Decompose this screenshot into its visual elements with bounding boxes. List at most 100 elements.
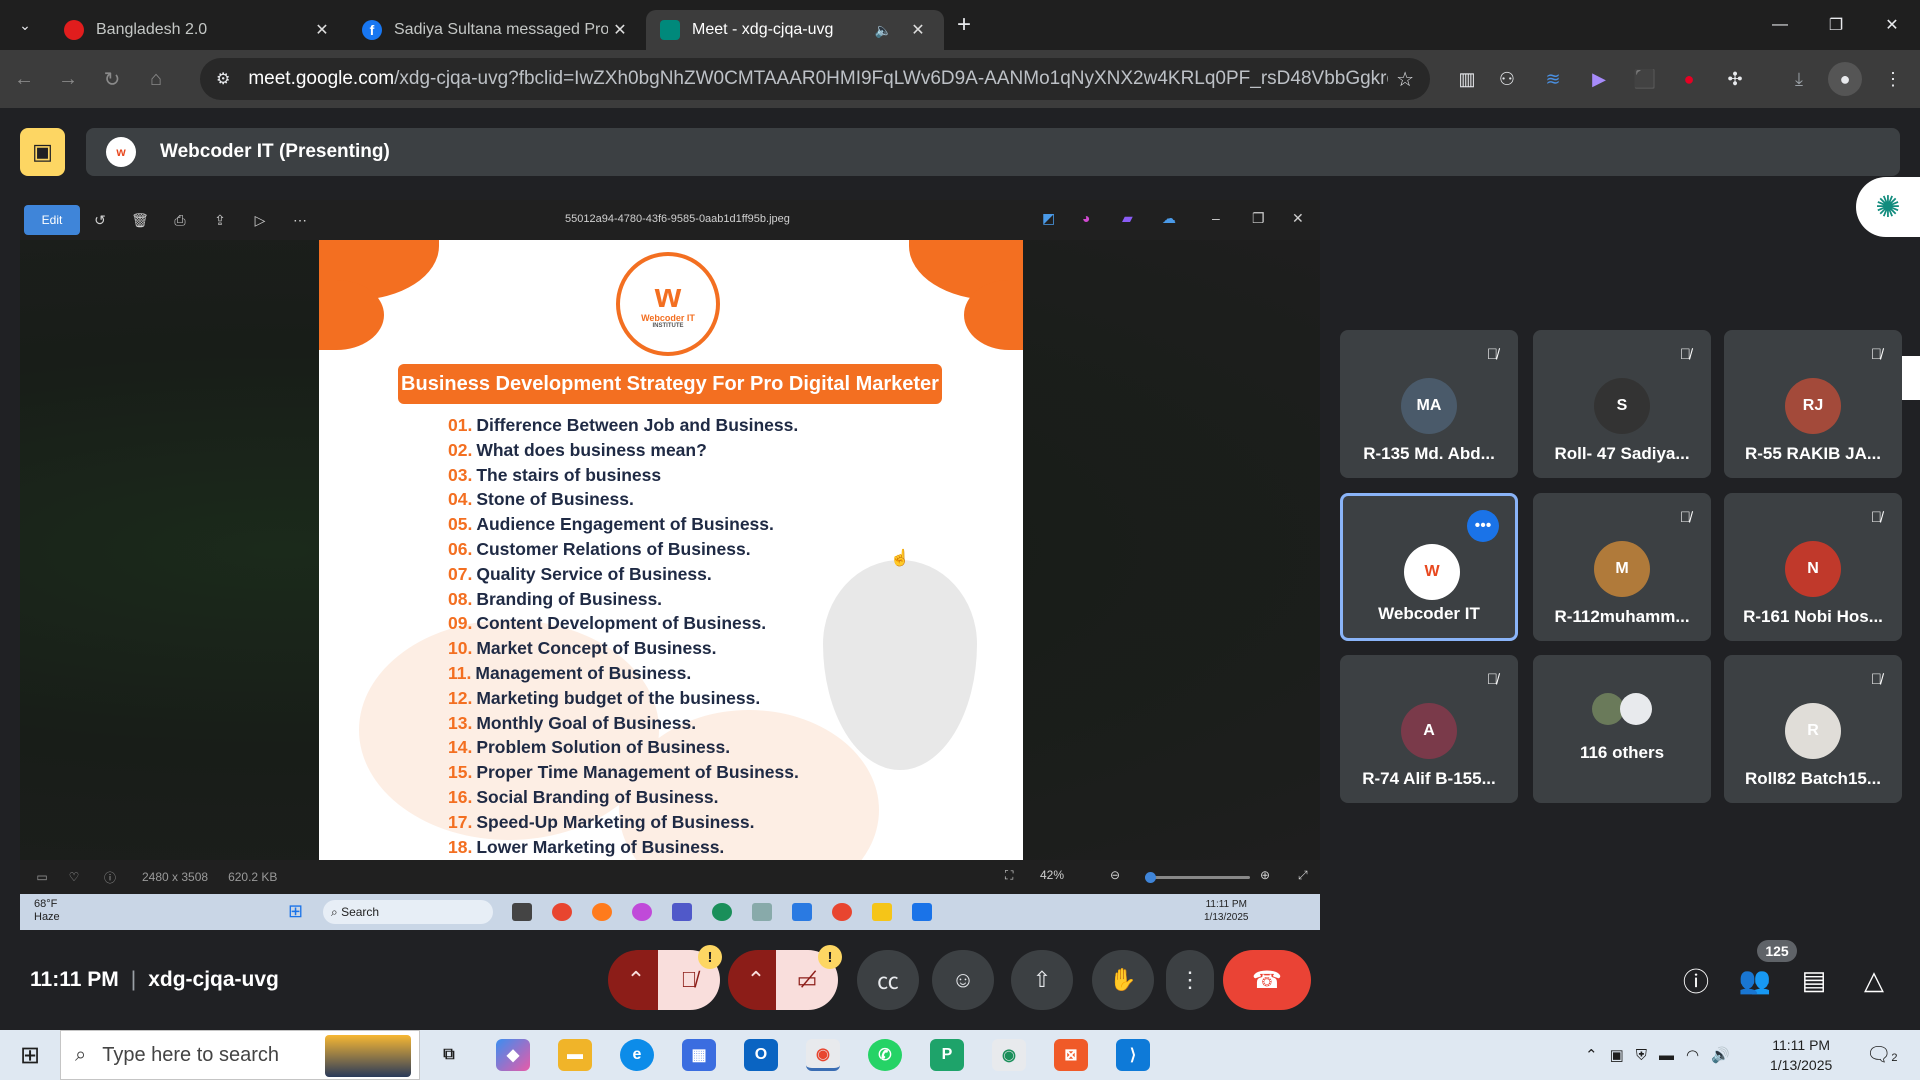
onedrive-icon[interactable]: ☁	[1162, 210, 1176, 227]
forward-icon[interactable]: →	[48, 59, 88, 99]
home-icon[interactable]: ⌂	[136, 59, 176, 99]
windows-search-box[interactable]: ⌕ Type here to search	[60, 1030, 420, 1080]
security-icon[interactable]: ⛨	[1636, 1047, 1647, 1064]
zoom-slider[interactable]	[1145, 872, 1250, 883]
activities-icon[interactable]: △	[1850, 956, 1898, 1004]
audio-options-button[interactable]: ⌃	[608, 950, 664, 1010]
favorite-icon[interactable]: ♡	[56, 870, 92, 884]
store-icon[interactable]: ▦	[682, 1039, 716, 1071]
notifications-icon[interactable]: 🗨2	[1866, 1042, 1898, 1067]
print-icon[interactable]: ⎙	[160, 212, 200, 229]
present-screen-icon[interactable]: ⇧	[1011, 950, 1073, 1010]
close-icon[interactable]: ✕	[906, 20, 930, 40]
copilot-icon[interactable]: ◆	[496, 1039, 530, 1071]
url-text: meet.google.com/xdg-cjqa-uvg?fbclid=IwZX…	[248, 68, 1388, 89]
participant-tile[interactable]: 🎙̸ RJ R-55 RAKIB JA...	[1724, 330, 1902, 478]
viewer-minimize-icon[interactable]: –	[1212, 210, 1220, 226]
meeting-details-icon[interactable]: ⓘ	[1672, 956, 1720, 1004]
tab-meet[interactable]: Meet - xdg-cjqa-uvg 🔈 ✕	[646, 10, 944, 50]
share-icon[interactable]: ⇪	[200, 212, 240, 229]
fit-screen-icon[interactable]: ⛶	[1005, 868, 1013, 883]
clipchamp-icon[interactable]: ◕	[1082, 210, 1090, 226]
meet-now-icon[interactable]: ▣	[1610, 1046, 1624, 1064]
tab-facebook[interactable]: f Sadiya Sultana messaged Pro B ✕	[348, 10, 646, 50]
video-editor-icon[interactable]: ▰	[1122, 210, 1133, 227]
edge-icon[interactable]: e	[620, 1039, 654, 1071]
reading-mode-icon[interactable]: ▥	[1450, 62, 1484, 96]
zoom-in-icon[interactable]: ⊕	[1260, 868, 1270, 882]
stop-presenting-icon[interactable]: ▣	[20, 128, 65, 176]
windows-clock[interactable]: 11:11 PM 1/13/2025	[1770, 1035, 1832, 1075]
participant-tile[interactable]: 🎙̸ M R-112muhamm...	[1533, 493, 1711, 641]
others-tile[interactable]: 116 others	[1533, 655, 1711, 803]
reload-icon[interactable]: ↻	[92, 59, 132, 99]
restore-icon[interactable]: ❐	[1808, 0, 1864, 50]
tab-search-icon[interactable]: ⌄	[0, 0, 50, 50]
viewer-close-icon[interactable]: ✕	[1292, 210, 1304, 227]
participant-tile[interactable]: 🎙̸ S Roll- 47 Sadiya...	[1533, 330, 1711, 478]
bookmark-star-icon[interactable]: ☆	[1396, 67, 1414, 92]
participant-tile[interactable]: ••• W Webcoder IT	[1340, 493, 1518, 641]
extension-icon[interactable]: ⚇	[1490, 62, 1524, 96]
translate-extension-icon[interactable]: ≋	[1536, 62, 1570, 96]
browser-menu-icon[interactable]: ⋮	[1876, 62, 1910, 96]
fullscreen-icon[interactable]: ⤢	[1298, 868, 1308, 883]
volume-icon[interactable]: 🔊	[1711, 1046, 1730, 1064]
participant-tile[interactable]: 🎙̸ A R-74 Alif B-155...	[1340, 655, 1518, 803]
filmstrip-icon[interactable]: ▭	[28, 870, 56, 884]
meeting-info: 11:11 PM | xdg-cjqa-uvg	[30, 968, 279, 991]
wifi-icon[interactable]: ◠	[1686, 1046, 1699, 1064]
profile-avatar[interactable]: ●	[1828, 62, 1862, 96]
chrome-icon[interactable]: ◉	[806, 1039, 840, 1071]
outlook-icon[interactable]: O	[744, 1039, 778, 1071]
site-info-icon[interactable]: ⚙	[216, 69, 230, 89]
raise-hand-icon[interactable]: ✋	[1092, 950, 1154, 1010]
ai-assistant-icon[interactable]: ✺	[1856, 177, 1920, 237]
task-view-icon[interactable]: ⧉	[432, 1039, 466, 1071]
xampp-icon[interactable]: ⊠	[1054, 1039, 1088, 1071]
participant-avatar: R	[1785, 703, 1841, 759]
people-icon[interactable]: 👥	[1731, 956, 1779, 1004]
zoom-out-icon[interactable]: ⊖	[1110, 868, 1120, 882]
viewer-restore-icon[interactable]: ❐	[1252, 210, 1265, 227]
participant-tile[interactable]: 🎙̸ N R-161 Nobi Hos...	[1724, 493, 1902, 641]
close-icon[interactable]: ✕	[310, 20, 334, 40]
close-icon[interactable]: ✕	[608, 20, 632, 40]
tab-bangladesh[interactable]: Bangladesh 2.0 ✕	[50, 10, 348, 50]
rotate-icon[interactable]: ↺	[80, 212, 120, 229]
download-icon[interactable]: ⤓	[1782, 62, 1816, 96]
new-tab-button[interactable]: +	[944, 11, 984, 39]
play-extension-icon[interactable]: ▶	[1582, 62, 1616, 96]
minimize-icon[interactable]: —	[1752, 0, 1808, 50]
designer-icon[interactable]: ◩	[1042, 210, 1055, 227]
pinterest-icon[interactable]: ●	[1672, 62, 1706, 96]
more-options-icon[interactable]: ⋮	[1166, 950, 1214, 1010]
slideshow-icon[interactable]: ▷	[240, 212, 280, 229]
vscode-icon[interactable]: ⟩	[1116, 1039, 1150, 1071]
pycharm-icon[interactable]: P	[930, 1039, 964, 1071]
whatsapp-icon[interactable]: ✆	[868, 1039, 902, 1071]
zoom-level[interactable]: 42%	[1040, 868, 1064, 882]
captions-icon[interactable]: ㏄	[857, 950, 919, 1010]
more-options-icon[interactable]: •••	[1467, 510, 1499, 542]
back-icon[interactable]: ←	[4, 59, 44, 99]
file-explorer-icon[interactable]: ▬	[558, 1039, 592, 1071]
participant-tile[interactable]: 🎙̸ R Roll82 Batch15...	[1724, 655, 1902, 803]
speaker-icon[interactable]: 🔈	[875, 22, 892, 39]
extensions-puzzle-icon[interactable]: ✣	[1718, 62, 1752, 96]
emoji-icon[interactable]: ☺	[932, 950, 994, 1010]
address-bar[interactable]: ⚙ meet.google.com/xdg-cjqa-uvg?fbclid=Iw…	[200, 58, 1430, 100]
pdf-extension-icon[interactable]: ⬛	[1628, 62, 1662, 96]
delete-icon[interactable]: 🗑	[120, 212, 160, 229]
leave-call-icon[interactable]: ☎	[1223, 950, 1311, 1010]
show-hidden-icon[interactable]: ⌃	[1585, 1046, 1598, 1064]
edit-button[interactable]: Edit	[24, 205, 80, 235]
chrome-profile-icon[interactable]: ◉	[992, 1039, 1026, 1071]
more-icon[interactable]: ⋯	[280, 212, 320, 229]
close-window-icon[interactable]: ✕	[1864, 0, 1920, 50]
battery-icon[interactable]: ▬	[1659, 1047, 1674, 1064]
participant-tile[interactable]: 🎙̸ MA R-135 Md. Abd...	[1340, 330, 1518, 478]
info-icon[interactable]: ⓘ	[92, 869, 128, 886]
chat-icon[interactable]: ▤	[1790, 956, 1838, 1004]
windows-start-icon[interactable]: ⊞	[0, 1030, 60, 1080]
